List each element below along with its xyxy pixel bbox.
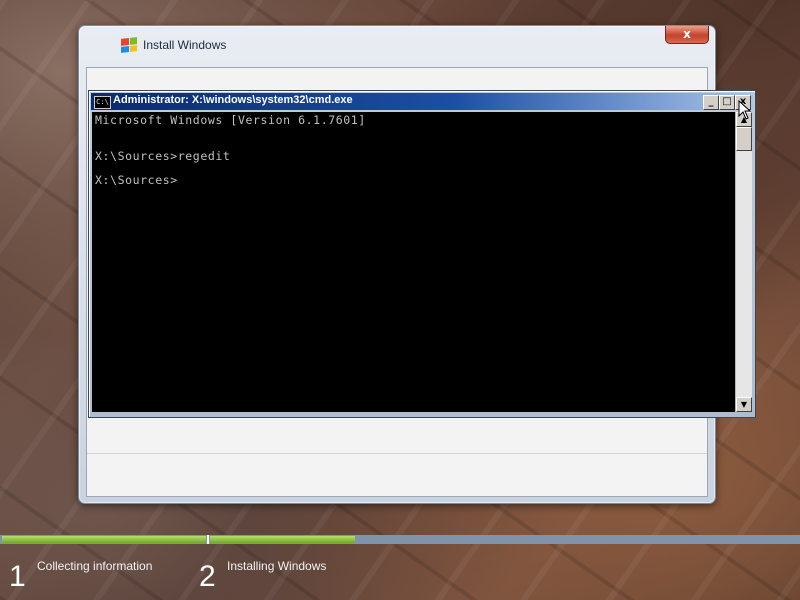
progress-divider <box>207 535 209 544</box>
maximize-button[interactable]: □ <box>719 95 735 110</box>
cmd-window-title: Administrator: X:\windows\system32\cmd.e… <box>113 94 353 106</box>
setup-progress-bar <box>0 535 800 544</box>
cmd-titlebar[interactable]: C:\ Administrator: X:\windows\system32\c… <box>91 93 753 110</box>
scrollbar-thumb[interactable] <box>736 127 752 151</box>
step-number: 2 <box>199 560 216 593</box>
close-icon: x <box>683 27 691 41</box>
mouse-cursor-icon <box>738 100 752 120</box>
scroll-down-icon: ▼ <box>740 400 748 409</box>
progress-step1-fill <box>2 536 206 543</box>
scroll-down-button[interactable]: ▼ <box>736 397 752 412</box>
console-line: X:\Sources>regedit <box>95 149 231 163</box>
install-footer-divider <box>87 453 707 454</box>
minimize-icon: _ <box>708 96 714 107</box>
step-number: 1 <box>9 560 26 593</box>
progress-step2-fill <box>210 536 355 543</box>
step-label: Collecting information <box>37 559 153 573</box>
cmd-window[interactable]: C:\ Administrator: X:\windows\system32\c… <box>88 90 756 418</box>
console-prompt-line: X:\Sources> <box>95 173 178 187</box>
console-line: Microsoft Windows [Version 6.1.7601] <box>95 113 366 127</box>
console-output[interactable]: Microsoft Windows [Version 6.1.7601] X:\… <box>92 112 735 412</box>
cmd-icon[interactable]: C:\ <box>94 96 111 109</box>
windows-flag-icon <box>121 37 137 53</box>
maximize-icon: □ <box>722 96 732 107</box>
install-window-title: Install Windows <box>143 38 227 52</box>
step-label: Installing Windows <box>227 559 327 573</box>
minimize-button[interactable]: _ <box>703 95 719 110</box>
vertical-scrollbar[interactable]: ▲ ▼ <box>735 112 752 412</box>
install-close-button[interactable]: x <box>665 26 709 44</box>
